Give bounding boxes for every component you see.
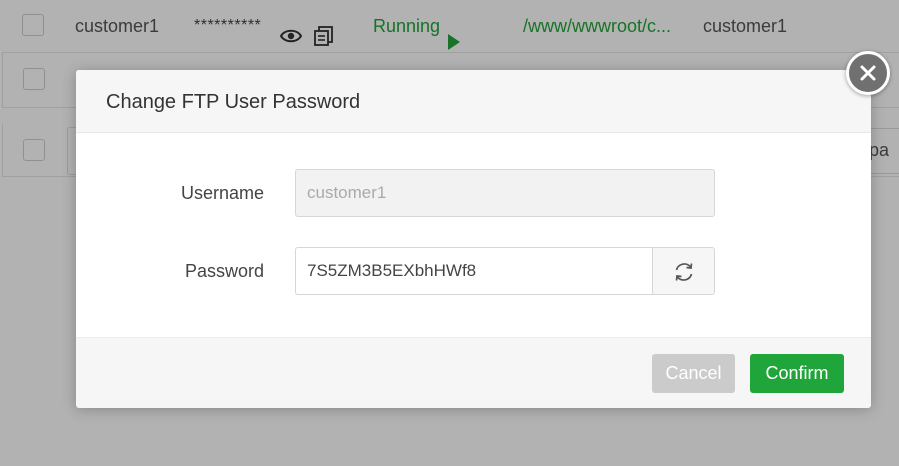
close-icon bbox=[860, 65, 876, 81]
username-label: Username bbox=[180, 183, 264, 203]
refresh-icon bbox=[675, 263, 693, 281]
username-field: customer1 bbox=[295, 169, 715, 217]
dialog-footer: Cancel Confirm bbox=[76, 337, 871, 408]
dialog-header: Change FTP User Password bbox=[76, 70, 871, 133]
dialog-title: Change FTP User Password bbox=[106, 91, 361, 113]
generate-password-button[interactable] bbox=[652, 247, 715, 295]
close-dialog-button[interactable] bbox=[846, 51, 890, 95]
change-ftp-password-dialog: Change FTP User Password Username custom… bbox=[76, 70, 871, 408]
password-label: Password bbox=[184, 261, 264, 281]
confirm-button[interactable]: Confirm bbox=[750, 354, 844, 393]
cancel-button[interactable]: Cancel bbox=[652, 354, 735, 393]
password-field[interactable]: 7S5ZM3B5EXbhHWf8 bbox=[295, 247, 653, 295]
